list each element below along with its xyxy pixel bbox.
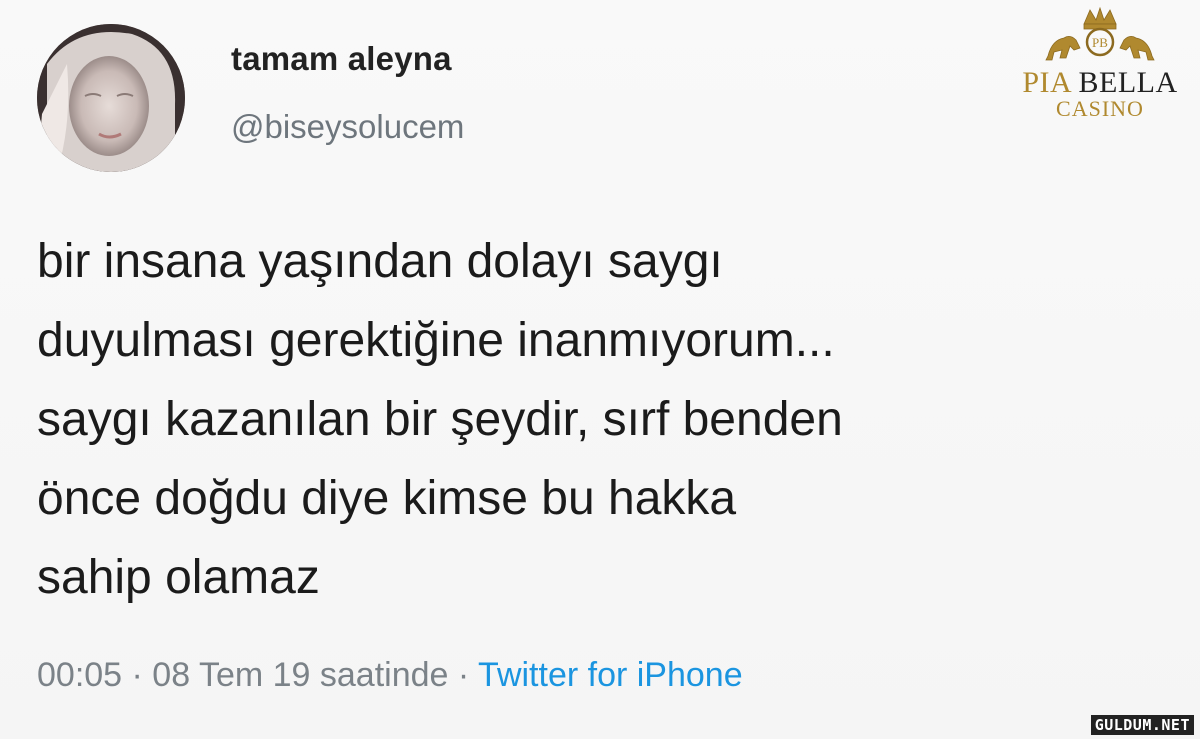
display-name[interactable]: tamam aleyna <box>231 40 464 78</box>
watermark: GULDUM.NET <box>1090 715 1194 735</box>
tweet-text-line: bir insana yaşından dolayı saygı <box>37 235 723 288</box>
brand-monogram: PB <box>1092 35 1108 50</box>
crown-lion-emblem-icon: PB <box>1045 6 1155 61</box>
tweet-header: tamam aleyna @biseysolucem <box>37 24 464 172</box>
brand-name-part1: PIA <box>1022 66 1079 99</box>
source-link[interactable]: Twitter for iPhone <box>478 656 743 694</box>
tweet-text-line: sahip olamaz <box>37 551 320 604</box>
tweet-text-line: saygı kazanılan bir şeydir, sırf benden <box>37 393 843 446</box>
brand-name-part2: BELLA <box>1078 66 1178 99</box>
tweet-screenshot: tamam aleyna @biseysolucem bir insana ya… <box>0 0 1200 739</box>
brand-logo: PB PIA BELLA CASINO <box>1010 6 1190 130</box>
avatar[interactable] <box>37 24 185 172</box>
user-handle[interactable]: @biseysolucem <box>231 108 464 146</box>
avatar-image <box>37 24 185 172</box>
brand-subtitle: CASINO <box>1056 96 1144 121</box>
user-info: tamam aleyna @biseysolucem <box>231 40 464 146</box>
timestamp[interactable]: 00:05 · 08 Tem 19 saatinde · <box>37 656 478 694</box>
tweet-text-line: duyulması gerektiğine inanmıyorum... <box>37 314 835 367</box>
tweet-text: bir insana yaşından dolayı saygı duyulma… <box>37 222 1157 617</box>
tweet-text-line: önce doğdu diye kimse bu hakka <box>37 472 737 525</box>
tweet-meta: 00:05 · 08 Tem 19 saatinde · Twitter for… <box>37 656 743 695</box>
brand-name: PIA BELLA <box>1010 68 1190 98</box>
